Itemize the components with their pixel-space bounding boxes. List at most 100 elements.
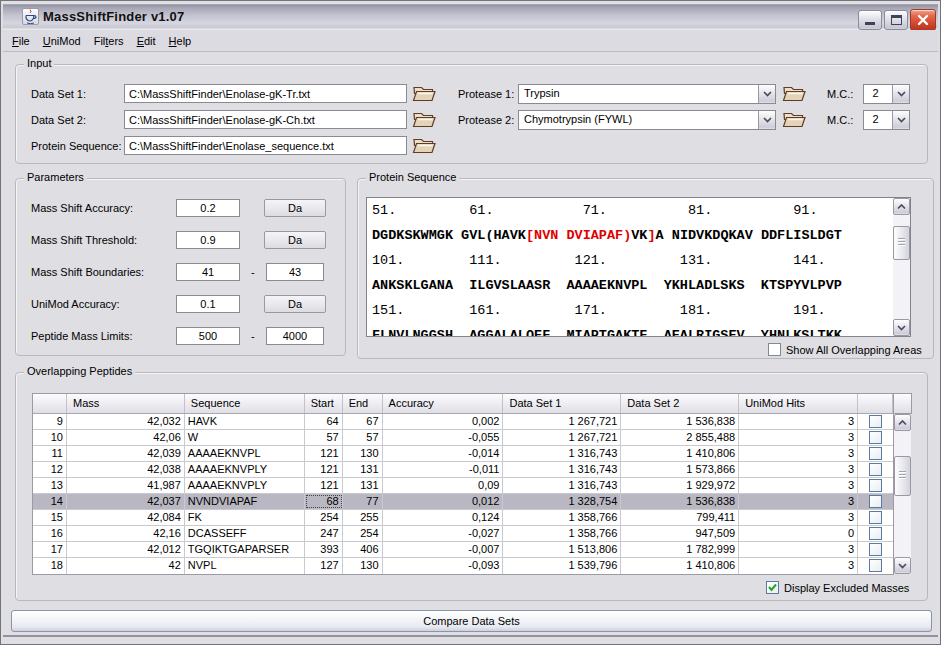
- column-header-Accuracy[interactable]: Accuracy: [383, 394, 504, 413]
- table-scroll-down-button[interactable]: [894, 557, 911, 574]
- exclude-checkbox[interactable]: [869, 543, 882, 556]
- menu-filters[interactable]: Filters: [88, 32, 130, 50]
- menu-file[interactable]: File: [6, 32, 36, 50]
- exclude-checkbox[interactable]: [869, 463, 882, 476]
- column-header-blank-9[interactable]: [858, 394, 893, 413]
- cell-ds1: 1 316,743: [503, 462, 621, 477]
- cell-exclude-checkbox[interactable]: [858, 430, 893, 445]
- param-field2-2[interactable]: [266, 263, 324, 281]
- table-scrollbar[interactable]: [894, 414, 911, 574]
- mc-combo-1[interactable]: 2: [863, 110, 910, 130]
- cell-exclude-checkbox[interactable]: [858, 446, 893, 461]
- browse-button-1[interactable]: [412, 110, 438, 130]
- cell-exclude-checkbox[interactable]: [858, 414, 893, 429]
- input-file-field-1[interactable]: [124, 110, 407, 129]
- column-header-Start[interactable]: Start: [305, 394, 343, 413]
- protein-sequence-viewer[interactable]: 51. 61. 71. 81. 91.DGDKSKWMGK GVL(HAVK[N…: [366, 197, 911, 337]
- exclude-checkbox[interactable]: [869, 511, 882, 524]
- table-row-11[interactable]: 1142,039AAAAEKNVPL121130-0,0141 316,7431…: [33, 446, 893, 462]
- table-row-12[interactable]: 1242,038AAAAEKNVPLY121131-0,0111 316,743…: [33, 462, 893, 478]
- column-header-Mass[interactable]: Mass: [67, 394, 185, 413]
- param-field2-4[interactable]: [266, 327, 324, 345]
- exclude-checkbox[interactable]: [869, 431, 882, 444]
- menu-edit[interactable]: Edit: [131, 32, 162, 50]
- show-all-overlapping-label: Show All Overlapping Areas: [786, 344, 922, 356]
- cell-ds2: 1 929,972: [621, 478, 739, 493]
- cell-start: 127: [305, 558, 343, 574]
- menu-bar: FileUniModFiltersEditHelp: [3, 30, 938, 52]
- table-row-9[interactable]: 942,032HAVK64670,0021 267,7211 536,8383: [33, 414, 893, 430]
- protease-combo-0[interactable]: Trypsin: [518, 84, 776, 104]
- close-icon: [911, 10, 935, 30]
- chevron-down-icon: [763, 117, 772, 123]
- table-row-15[interactable]: 1542,084FK2542550,1241 358,766799,4113: [33, 510, 893, 526]
- exclude-checkbox[interactable]: [869, 495, 882, 508]
- table-row-14[interactable]: 1442,037NVNDVIAPAF68770,0121 328,7541 53…: [33, 494, 893, 510]
- compare-data-sets-button[interactable]: Compare Data Sets: [11, 610, 932, 632]
- input-file-label-2: Protein Sequence:: [31, 140, 122, 152]
- param-field-1[interactable]: [176, 231, 240, 249]
- input-file-field-0[interactable]: [124, 84, 407, 103]
- scroll-thumb[interactable]: [893, 226, 910, 260]
- browse-button-0[interactable]: [412, 84, 438, 104]
- param-field-2[interactable]: [176, 263, 240, 281]
- exclude-checkbox[interactable]: [869, 415, 882, 428]
- title-bar[interactable]: MassShiftFinder v1.07: [3, 3, 938, 30]
- param-field-4[interactable]: [176, 327, 240, 345]
- display-excluded-masses-checkbox[interactable]: [766, 581, 779, 594]
- protease-combo-1[interactable]: Chymotrypsin (FYWL): [518, 110, 776, 130]
- protease-browse-button-1[interactable]: [782, 110, 808, 130]
- unit-button-1[interactable]: Da: [264, 231, 326, 249]
- table-scroll-up-button[interactable]: [894, 414, 911, 431]
- exclude-checkbox[interactable]: [869, 527, 882, 540]
- cell-exclude-checkbox[interactable]: [858, 478, 893, 493]
- cell-exclude-checkbox[interactable]: [858, 526, 893, 541]
- column-header-End[interactable]: End: [343, 394, 383, 413]
- param-field-3[interactable]: [176, 295, 240, 313]
- input-file-field-2[interactable]: [124, 136, 407, 155]
- column-header-Data Set 2[interactable]: Data Set 2: [621, 394, 739, 413]
- menu-unimod[interactable]: UniMod: [37, 32, 87, 50]
- cell-mass: 42,032: [67, 414, 185, 429]
- show-all-overlapping-checkbox[interactable]: [768, 343, 781, 356]
- sequence-scrollbar[interactable]: [893, 198, 910, 336]
- cell-exclude-checkbox[interactable]: [858, 510, 893, 525]
- table-row-10[interactable]: 1042,06W5757-0,0551 267,7212 855,4883: [33, 430, 893, 446]
- cell-hits: 3: [739, 558, 858, 574]
- exclude-checkbox[interactable]: [869, 447, 882, 460]
- cell-exclude-checkbox[interactable]: [858, 542, 893, 557]
- close-button[interactable]: [910, 9, 936, 31]
- table-row-18[interactable]: 1842NVPL127130-0,0931 539,7961 410,8063: [33, 558, 893, 574]
- cell-exclude-checkbox[interactable]: [858, 558, 893, 574]
- exclude-checkbox[interactable]: [869, 559, 882, 572]
- cell-seq: TGQIKTGAPARSER: [185, 542, 305, 557]
- cell-exclude-checkbox[interactable]: [858, 462, 893, 477]
- maximize-button[interactable]: [884, 10, 908, 30]
- unit-button-3[interactable]: Da: [264, 295, 326, 313]
- table-row-17[interactable]: 1742,012TGQIKTGAPARSER393406-0,0071 513,…: [33, 542, 893, 558]
- cell-exclude-checkbox[interactable]: [858, 494, 893, 509]
- table-row-13[interactable]: 1341,987AAAAEKNVPLY1211310,091 316,7431 …: [33, 478, 893, 494]
- param-field-0[interactable]: [176, 199, 240, 217]
- scroll-down-button[interactable]: [893, 319, 910, 336]
- exclude-checkbox[interactable]: [869, 479, 882, 492]
- column-header-blank-0[interactable]: [33, 394, 67, 413]
- table-scroll-thumb[interactable]: [894, 456, 911, 496]
- cell-start: 57: [305, 430, 343, 445]
- cell-end: 406: [343, 542, 383, 557]
- minimize-button[interactable]: [858, 10, 882, 30]
- mc-combo-0[interactable]: 2: [863, 84, 910, 104]
- scroll-up-button[interactable]: [893, 198, 910, 215]
- column-header-Sequence[interactable]: Sequence: [185, 394, 305, 413]
- protein-sequence-text: 51. 61. 71. 81. 91.DGDKSKWMGK GVL(HAVK[N…: [372, 198, 842, 337]
- unit-button-0[interactable]: Da: [264, 199, 326, 217]
- column-header-UniMod Hits[interactable]: UniMod Hits: [739, 394, 858, 413]
- cell-mass: 42,012: [67, 542, 185, 557]
- table-row-16[interactable]: 1642,16DCASSEFF247254-0,0271 358,766947,…: [33, 526, 893, 542]
- minimize-icon: [865, 22, 875, 25]
- column-header-Data Set 1[interactable]: Data Set 1: [503, 394, 621, 413]
- chevron-down-icon: [897, 117, 906, 123]
- browse-button-2[interactable]: [412, 136, 438, 156]
- protease-browse-button-0[interactable]: [782, 84, 808, 104]
- menu-help[interactable]: Help: [163, 32, 198, 50]
